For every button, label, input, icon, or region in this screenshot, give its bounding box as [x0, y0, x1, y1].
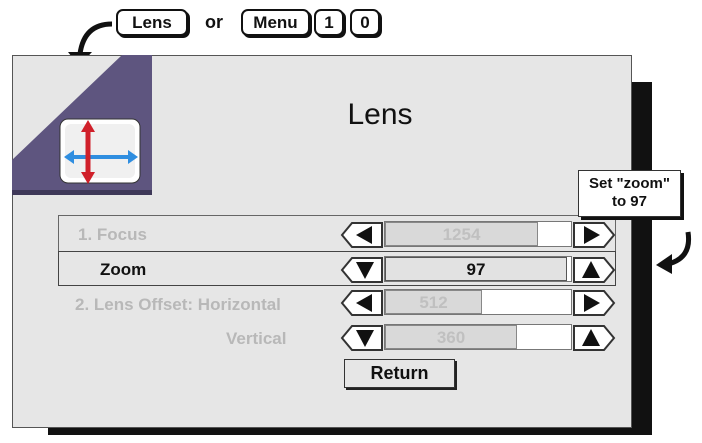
lens-adjust-icon	[12, 55, 152, 195]
curved-arrow-icon	[656, 231, 692, 274]
horizontal-offset-slider-fill: 512	[385, 290, 482, 314]
zoom-slider-track[interactable]: 97	[384, 256, 572, 282]
down-triangle-icon[interactable]	[340, 256, 384, 284]
digit-0-key[interactable]: 0	[350, 9, 380, 36]
left-triangle-icon[interactable]	[340, 289, 384, 317]
focus-slider-fill: 1254	[385, 222, 538, 246]
menu-title: Lens	[347, 98, 413, 131]
horizontal-offset-slider-track[interactable]: 512	[384, 289, 572, 315]
digit-1-key[interactable]: 1	[314, 9, 344, 36]
left-triangle-icon[interactable]	[340, 221, 384, 249]
lens-key[interactable]: Lens	[116, 9, 188, 36]
focus-label: 1. Focus	[78, 225, 147, 244]
or-text: or	[205, 12, 223, 32]
instruction-callout: Set "zoom" to 97	[578, 170, 681, 217]
up-triangle-icon[interactable]	[572, 324, 616, 352]
down-triangle-icon[interactable]	[340, 324, 384, 352]
right-triangle-icon[interactable]	[572, 289, 616, 317]
callout-line-1: Set "zoom"	[589, 175, 670, 192]
vertical-offset-slider-track[interactable]: 360	[384, 324, 572, 350]
callout-line-2: to 97	[611, 193, 647, 210]
focus-slider-track[interactable]: 1254	[384, 221, 572, 247]
zoom-label: Zoom	[100, 260, 147, 279]
vertical-offset-slider-fill: 360	[385, 325, 517, 349]
zoom-slider-fill: 97	[385, 257, 567, 281]
lens-offset-horizontal-label: 2. Lens Offset: Horizontal	[75, 295, 281, 314]
up-triangle-icon[interactable]	[572, 256, 616, 284]
menu-key[interactable]: Menu	[241, 9, 310, 36]
lens-offset-vertical-label: Vertical	[226, 329, 287, 348]
right-triangle-icon[interactable]	[572, 221, 616, 249]
return-button[interactable]: Return	[344, 359, 455, 388]
